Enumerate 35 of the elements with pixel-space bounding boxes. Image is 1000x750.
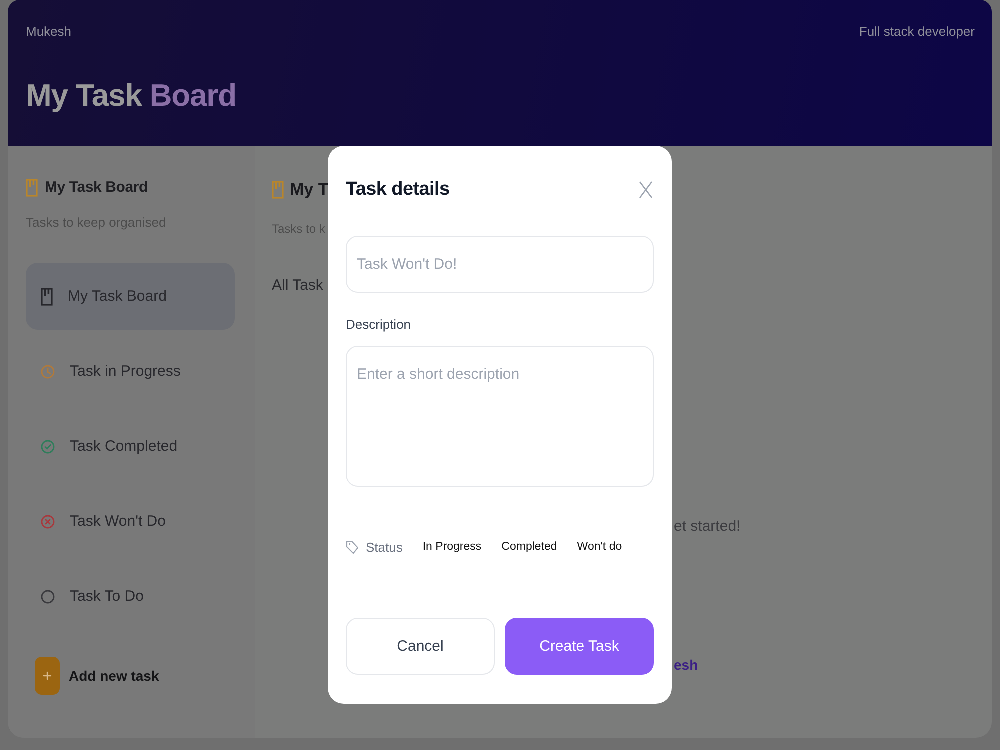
- empty-state-text: et started!: [674, 517, 741, 537]
- check-circle-icon: [41, 440, 55, 454]
- status-option[interactable]: Won't do: [571, 537, 628, 557]
- user-role: Full stack developer: [859, 23, 975, 41]
- status-option[interactable]: Completed: [496, 537, 564, 557]
- status-option[interactable]: In Progress: [416, 537, 488, 557]
- board-icon: [41, 288, 53, 306]
- cancel-button[interactable]: Cancel: [346, 618, 495, 675]
- circle-icon: [41, 590, 55, 604]
- close-icon: [639, 181, 653, 199]
- close-button[interactable]: [639, 181, 653, 199]
- dialog-title: Task details: [346, 178, 450, 202]
- app-title: My Task Board: [26, 77, 236, 115]
- board-icon: [272, 181, 284, 199]
- empty-state-link[interactable]: esh: [674, 656, 698, 674]
- board-title: My T: [290, 180, 329, 200]
- x-circle-icon: [41, 514, 55, 528]
- sidebar-item[interactable]: My Task Board: [26, 263, 235, 330]
- section-heading: All Task: [272, 276, 324, 296]
- sidebar-title: My Task Board: [45, 178, 148, 198]
- board-icon: [26, 179, 38, 197]
- status-label: Status: [366, 540, 403, 554]
- tag-icon: [346, 540, 359, 554]
- description-field[interactable]: Enter a short description: [346, 346, 654, 487]
- plus-icon: [35, 657, 60, 695]
- task-name-field[interactable]: Task Won't Do!: [346, 236, 654, 293]
- sidebar-item[interactable]: Task Completed: [26, 413, 235, 480]
- clock-icon: [41, 364, 55, 378]
- sidebar-item[interactable]: Task in Progress: [26, 338, 235, 405]
- user-name: Mukesh: [26, 23, 72, 41]
- sidebar-item[interactable]: Task To Do: [26, 563, 235, 630]
- add-task-button[interactable]: Add new task: [26, 657, 160, 695]
- sidebar-item[interactable]: Task Won't Do: [26, 488, 235, 555]
- create-task-button[interactable]: Create Task: [505, 618, 654, 675]
- description-label: Description: [346, 316, 412, 334]
